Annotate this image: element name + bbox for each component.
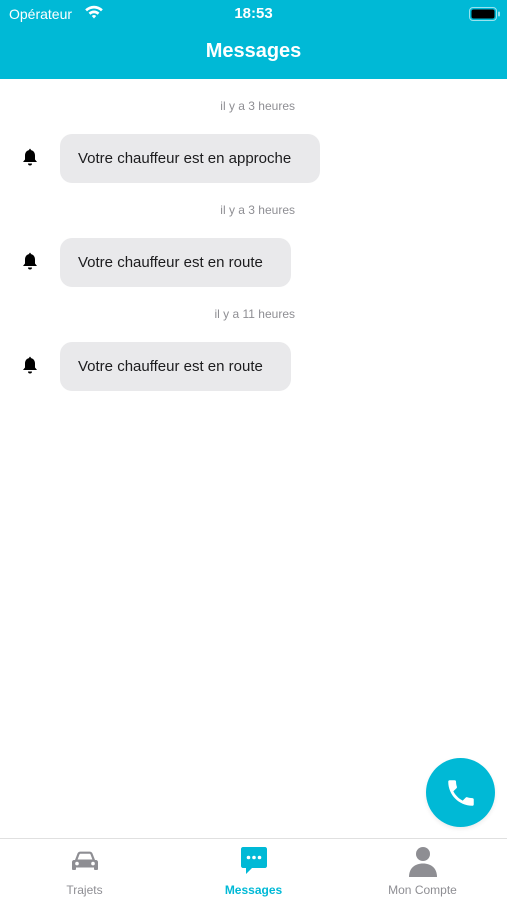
user-icon [408,847,437,877]
message-timestamp: il y a 3 heures [220,203,295,217]
message-bubble[interactable]: Votre chauffeur est en route [60,238,291,287]
clock: 18:53 [234,5,273,22]
header: Opérateur 18:53 Messages [0,0,507,79]
battery-icon [469,7,500,21]
chat-bubble-icon [240,847,267,874]
message-timestamp: il y a 11 heures [214,307,296,321]
bell-icon [23,356,37,374]
call-button[interactable] [426,758,495,827]
tab-mon-compte[interactable]: Mon Compte [338,839,507,900]
message-timestamp: il y a 3 heures [220,99,295,113]
message-bubble[interactable]: Votre chauffeur est en route [60,342,291,391]
car-icon [71,851,98,870]
messages-screen: Opérateur 18:53 Messages il y a 3 heures… [0,0,507,900]
page-title: Messages [205,40,302,62]
tab-messages[interactable]: Messages [169,839,338,900]
phone-icon [447,779,474,806]
tab-label: Mon Compte [388,883,457,897]
tab-label: Trajets [66,883,103,897]
bell-icon [23,148,37,166]
bell-icon [23,252,37,270]
tab-trajets[interactable]: Trajets [0,839,169,900]
tab-label: Messages [224,883,283,897]
status-bar: Opérateur 18:53 [0,0,507,28]
message-bubble[interactable]: Votre chauffeur est en approche [60,134,320,183]
tab-bar: Trajets Messages Mon Compte [0,838,507,900]
